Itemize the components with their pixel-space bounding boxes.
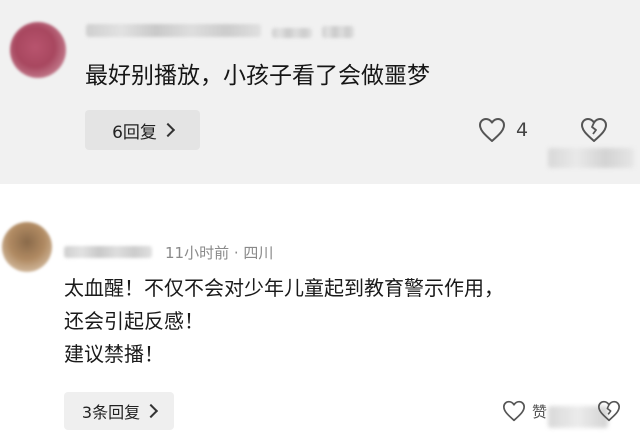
comment-line: 建议禁播！ xyxy=(64,342,164,366)
blurred-username-meta xyxy=(272,28,312,38)
avatar[interactable] xyxy=(2,222,52,272)
reply-count-label: 3条回复 xyxy=(81,403,141,422)
blurred-username-meta xyxy=(322,26,354,38)
like-count: 4 xyxy=(516,119,529,141)
blurred-username xyxy=(86,24,261,37)
broken-heart-icon[interactable] xyxy=(580,117,608,143)
avatar[interactable] xyxy=(10,22,66,78)
view-replies-button[interactable]: 3条回复 xyxy=(64,392,174,430)
like-label: 赞 xyxy=(532,402,548,421)
comment-text: 太血醒！不仅不会对少年儿童起到教育警示作用， 还会引起反感！ 建议禁播！ xyxy=(64,272,504,371)
comment-item: 11小时前 · 四川 太血醒！不仅不会对少年儿童起到教育警示作用， 还会引起反感… xyxy=(0,184,640,435)
reply-count-label: 6回复 xyxy=(112,122,157,143)
comment-meta: 11小时前 · 四川 xyxy=(165,244,274,262)
heart-outline-icon xyxy=(502,400,526,422)
blurred-username xyxy=(64,246,152,258)
view-replies-button[interactable]: 6回复 xyxy=(85,110,200,150)
heart-outline-icon xyxy=(478,117,506,143)
comment-text: 最好别播放，小孩子看了会做噩梦 xyxy=(85,63,430,89)
broken-heart-icon[interactable] xyxy=(597,400,621,422)
like-button[interactable]: 赞 xyxy=(502,400,547,422)
chevron-right-icon xyxy=(144,403,159,419)
chevron-right-icon xyxy=(160,122,175,138)
comment-line: 太血醒！不仅不会对少年儿童起到教育警示作用， xyxy=(64,276,504,300)
like-button[interactable]: 4 xyxy=(478,117,528,143)
watermark xyxy=(548,148,634,168)
comment-line: 还会引起反感！ xyxy=(64,309,204,333)
comment-item-highlighted: 最好别播放，小孩子看了会做噩梦 6回复 4 xyxy=(0,0,640,184)
